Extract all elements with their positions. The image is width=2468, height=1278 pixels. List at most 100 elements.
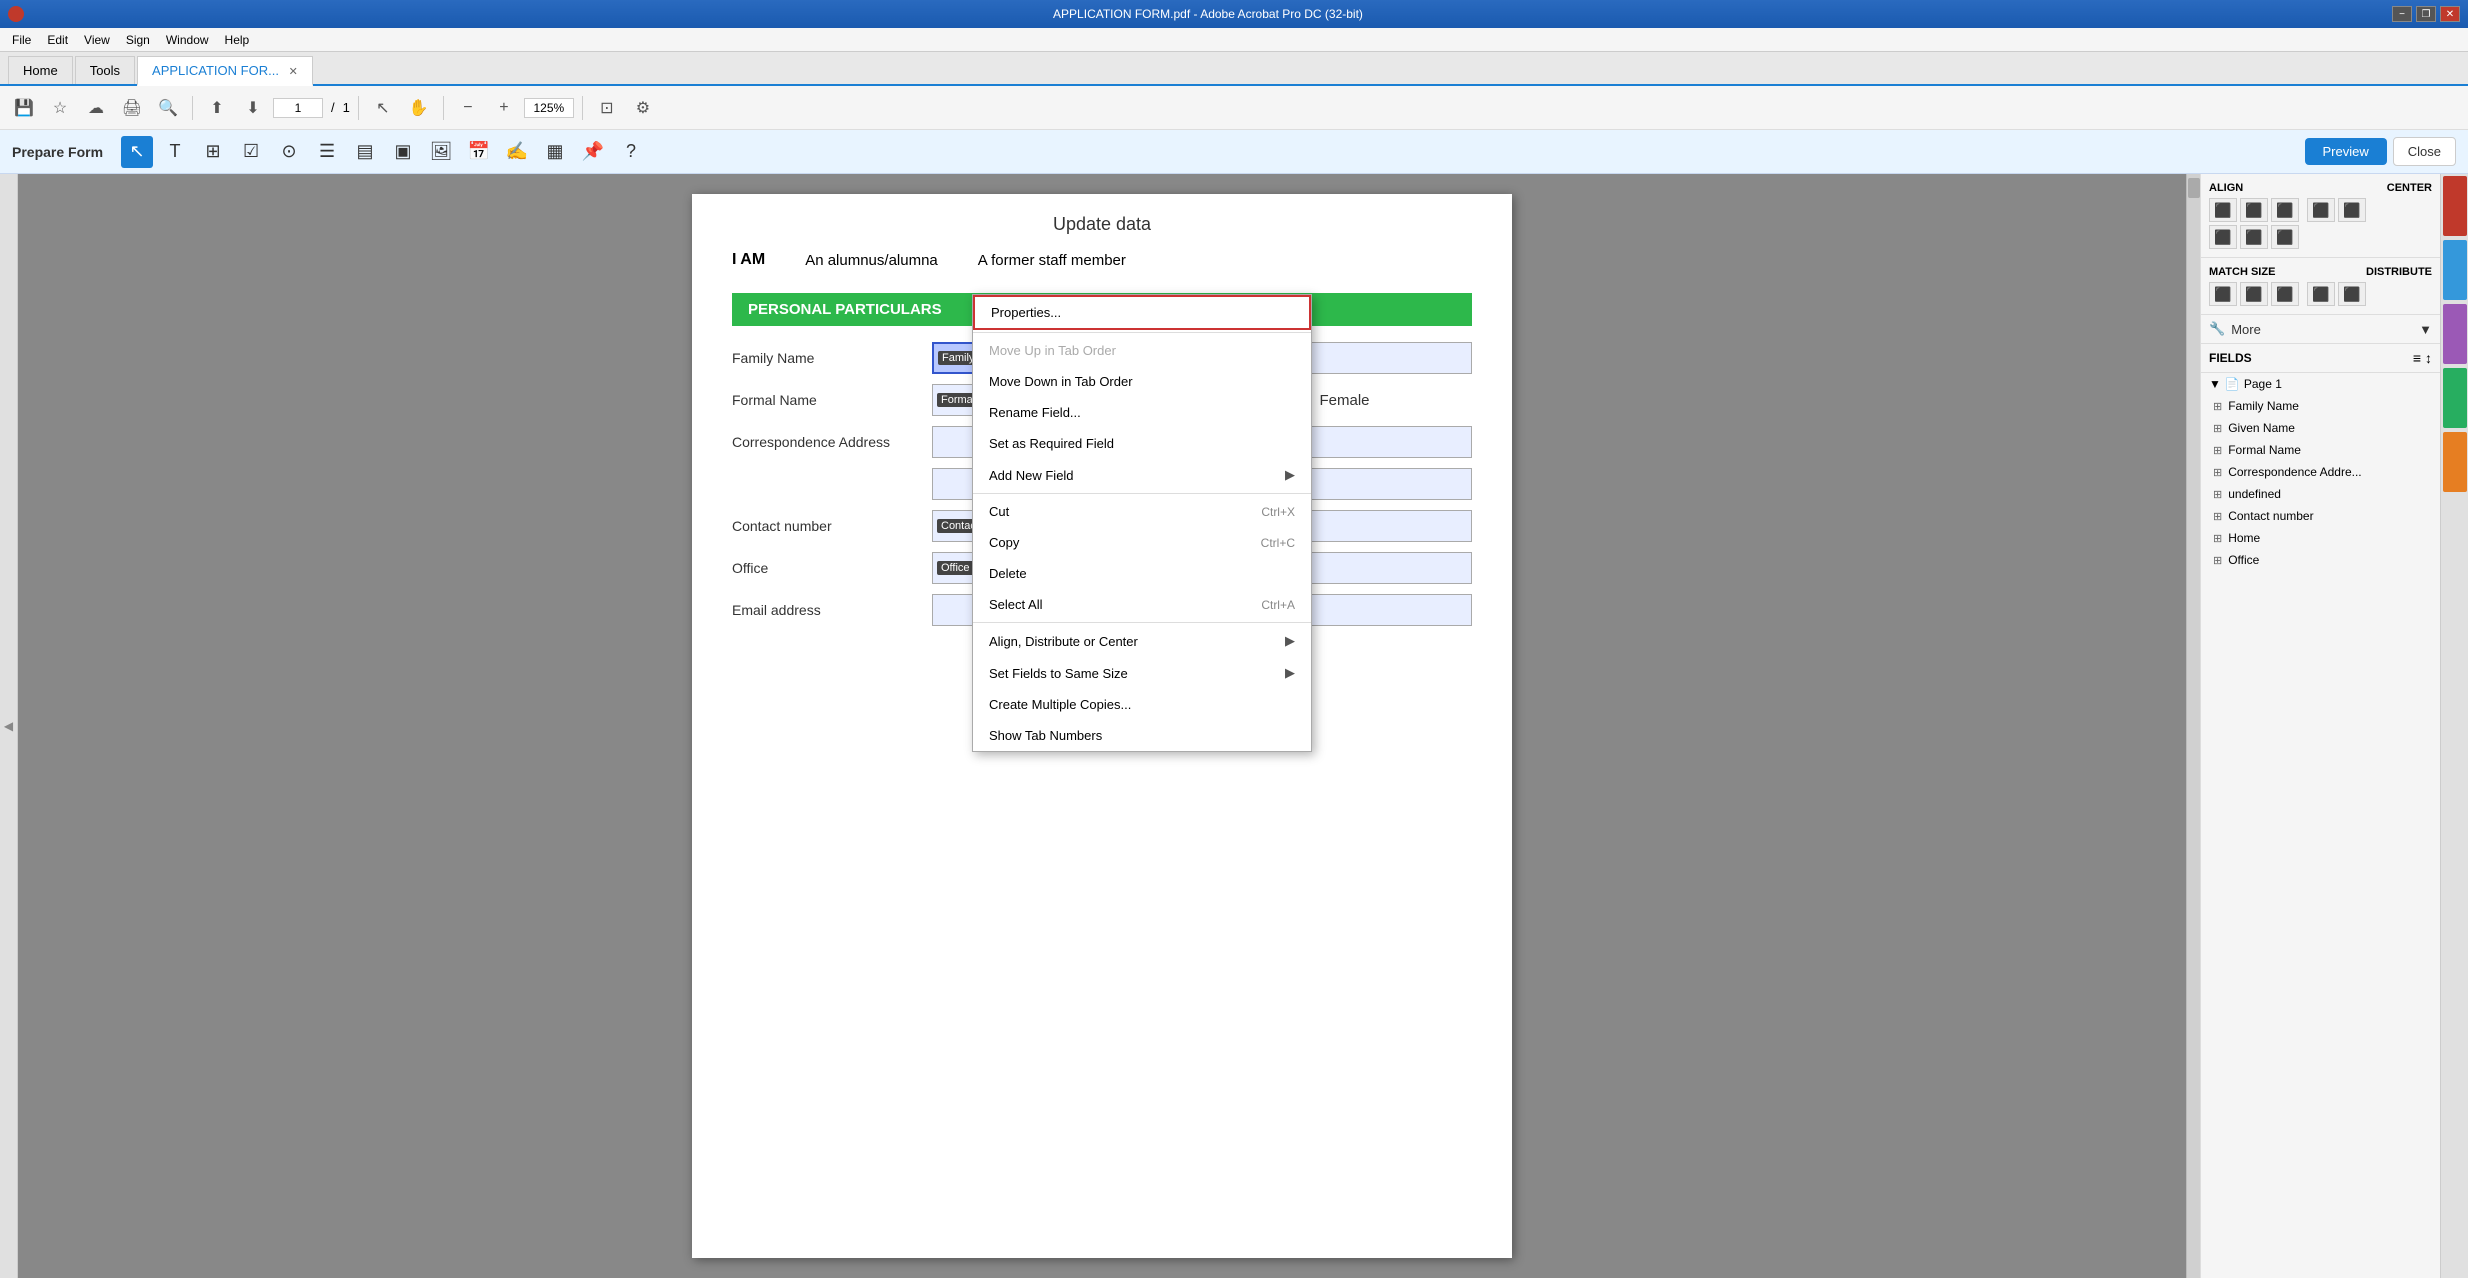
add-button-tool[interactable]: ▣ [387, 136, 419, 168]
pin-tool[interactable]: 📌 [577, 136, 609, 168]
pdf-area[interactable]: Update data I AM An alumnus/alumna A for… [18, 174, 2186, 1278]
tab-tools[interactable]: Tools [75, 56, 135, 84]
ctx-cut[interactable]: Cut Ctrl+X [973, 496, 1311, 527]
select-tool[interactable]: ↖ [367, 92, 399, 124]
preview-button[interactable]: Preview [2305, 138, 2387, 165]
zoom-level[interactable]: 125% [524, 98, 574, 118]
center-grid: ⬛ ⬛ [2307, 198, 2397, 249]
field-type-icon-correspondence: ⊞ [2213, 466, 2222, 479]
upload-button[interactable]: ☁ [80, 92, 112, 124]
fields-options-button[interactable]: ↕ [2425, 350, 2432, 366]
ctx-move-down[interactable]: Move Down in Tab Order [973, 366, 1311, 397]
add-text-field-tool[interactable]: T [159, 136, 191, 168]
ctx-set-fields-same-size[interactable]: Set Fields to Same Size ▶ [973, 657, 1311, 689]
menu-edit[interactable]: Edit [39, 31, 76, 49]
field-item-office[interactable]: ⊞ Office [2201, 549, 2440, 571]
menu-help[interactable]: Help [217, 31, 258, 49]
match-width-btn[interactable]: ⬛ [2209, 282, 2237, 306]
center-v-btn[interactable]: ⬛ [2338, 198, 2366, 222]
field-item-undefined[interactable]: ⊞ undefined [2201, 483, 2440, 505]
menu-sign[interactable]: Sign [118, 31, 158, 49]
add-text-field-2-tool[interactable]: ⊞ [197, 136, 229, 168]
add-dropdown-tool[interactable]: ▤ [349, 136, 381, 168]
add-image-tool[interactable]: 🖼 [425, 136, 457, 168]
side-tab-purple[interactable] [2443, 304, 2467, 364]
minimize-button[interactable]: − [2392, 6, 2412, 22]
match-both-btn[interactable]: ⬛ [2271, 282, 2299, 306]
ctx-rename-field[interactable]: Rename Field... [973, 397, 1311, 428]
add-barcode-tool[interactable]: ▦ [539, 136, 571, 168]
distribute-h-btn[interactable]: ⬛ [2307, 282, 2335, 306]
hand-tool[interactable]: ✋ [403, 92, 435, 124]
side-tab-red[interactable] [2443, 176, 2467, 236]
fields-sort-button[interactable]: ≡ [2413, 350, 2421, 366]
field-item-formal-name[interactable]: ⊞ Formal Name [2201, 439, 2440, 461]
align-left-btn[interactable]: ⬛ [2209, 198, 2237, 222]
menu-view[interactable]: View [76, 31, 118, 49]
align-right-btn[interactable]: ⬛ [2271, 198, 2299, 222]
align-bottom-btn[interactable]: ⬛ [2271, 225, 2299, 249]
bookmark-button[interactable]: ☆ [44, 92, 76, 124]
field-item-contact-number[interactable]: ⊞ Contact number [2201, 505, 2440, 527]
search-button[interactable]: 🔍 [152, 92, 184, 124]
align-center-h-btn[interactable]: ⬛ [2240, 198, 2268, 222]
ctx-align-distribute[interactable]: Align, Distribute or Center ▶ [973, 625, 1311, 657]
tab-close-icon[interactable]: ✕ [289, 66, 298, 78]
ctx-show-tab-numbers[interactable]: Show Tab Numbers [973, 720, 1311, 751]
align-center-v-btn[interactable]: ⬛ [2240, 225, 2268, 249]
zoom-out-button[interactable]: − [452, 92, 484, 124]
ctx-select-all[interactable]: Select All Ctrl+A [973, 589, 1311, 620]
ctx-create-multiple-copies[interactable]: Create Multiple Copies... [973, 689, 1311, 720]
close-prepare-button[interactable]: Close [2393, 137, 2456, 166]
tab-home[interactable]: Home [8, 56, 73, 84]
ctx-add-new-field[interactable]: Add New Field ▶ [973, 459, 1311, 491]
field-label-undefined: undefined [2228, 487, 2281, 501]
match-height-btn[interactable]: ⬛ [2240, 282, 2268, 306]
ctx-properties[interactable]: Properties... [973, 295, 1311, 330]
tools-button[interactable]: ⚙ [627, 92, 659, 124]
side-tab-orange[interactable] [2443, 432, 2467, 492]
restore-button[interactable]: ❐ [2416, 6, 2436, 22]
page-node[interactable]: ▼ 📄 Page 1 [2201, 373, 2440, 395]
distribute-v-btn[interactable]: ⬛ [2338, 282, 2366, 306]
add-checkbox-tool[interactable]: ☑ [235, 136, 267, 168]
field-item-home[interactable]: ⊞ Home [2201, 527, 2440, 549]
office-field-label: Office [937, 561, 974, 575]
ctx-delete[interactable]: Delete [973, 558, 1311, 589]
add-listbox-tool[interactable]: ☰ [311, 136, 343, 168]
next-page-button[interactable]: ⬇ [237, 92, 269, 124]
field-item-correspondence[interactable]: ⊞ Correspondence Addre... [2201, 461, 2440, 483]
ctx-set-required[interactable]: Set as Required Field [973, 428, 1311, 459]
field-type-icon-family-name: ⊞ [2213, 400, 2222, 413]
print-button[interactable]: 🖨 [116, 92, 148, 124]
select-object-tool[interactable]: ↖ [121, 136, 153, 168]
side-tab-blue[interactable] [2443, 240, 2467, 300]
tab-application-form[interactable]: APPLICATION FOR... ✕ [137, 56, 313, 86]
field-item-family-name[interactable]: ⊞ Family Name [2201, 395, 2440, 417]
fit-page-button[interactable]: ⊡ [591, 92, 623, 124]
menu-file[interactable]: File [4, 31, 39, 49]
center-h-btn[interactable]: ⬛ [2307, 198, 2335, 222]
help-tool[interactable]: ? [615, 136, 647, 168]
update-data-heading: Update data [732, 214, 1472, 235]
more-row[interactable]: 🔧 More ▼ [2201, 315, 2440, 344]
fields-header: FIELDS ≡ ↕ [2201, 344, 2440, 373]
page-number-input[interactable] [273, 98, 323, 118]
add-field-arrow-icon: ▶ [1285, 467, 1295, 483]
menu-window[interactable]: Window [158, 31, 217, 49]
field-type-icon-office: ⊞ [2213, 554, 2222, 567]
vertical-scroll-middle[interactable] [2186, 174, 2200, 1278]
add-radio-tool[interactable]: ⊙ [273, 136, 305, 168]
zoom-in-button[interactable]: + [488, 92, 520, 124]
side-tabs [2440, 174, 2468, 1278]
save-button[interactable]: 💾 [8, 92, 40, 124]
ctx-copy[interactable]: Copy Ctrl+C [973, 527, 1311, 558]
side-tab-green[interactable] [2443, 368, 2467, 428]
add-signature-tool[interactable]: ✍ [501, 136, 533, 168]
add-date-tool[interactable]: 📅 [463, 136, 495, 168]
close-window-button[interactable]: ✕ [2440, 6, 2460, 22]
align-top-btn[interactable]: ⬛ [2209, 225, 2237, 249]
prev-page-button[interactable]: ⬆ [201, 92, 233, 124]
field-item-given-name[interactable]: ⊞ Given Name [2201, 417, 2440, 439]
ctx-move-up: Move Up in Tab Order [973, 335, 1311, 366]
